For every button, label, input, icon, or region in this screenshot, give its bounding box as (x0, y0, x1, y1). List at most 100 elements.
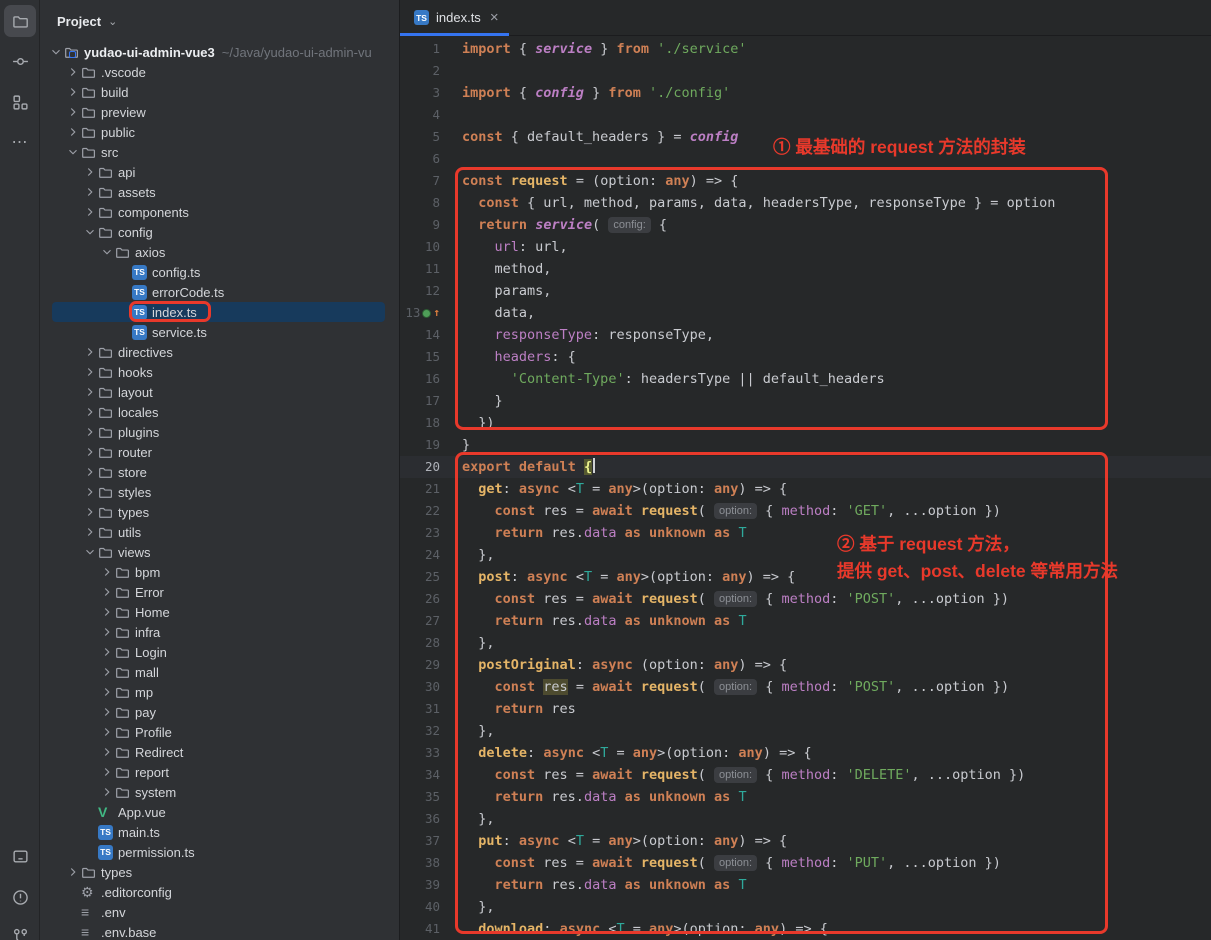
terminal-icon[interactable] (4, 840, 36, 872)
line-number[interactable]: 12 (400, 280, 444, 302)
chevron-collapsed-icon[interactable] (99, 564, 115, 580)
tree-item-config.ts[interactable]: TSconfig.ts (40, 262, 399, 282)
line-number[interactable]: 15 (400, 346, 444, 368)
line-number[interactable]: 5 (400, 126, 444, 148)
tree-item-assets[interactable]: assets (40, 182, 399, 202)
tree-item-router[interactable]: router (40, 442, 399, 462)
tab-index-ts[interactable]: TS index.ts × (400, 0, 509, 35)
tree-item-config[interactable]: config (40, 222, 399, 242)
code-line-33[interactable]: 33 delete: async <T = any>(option: any) … (400, 742, 1211, 764)
chevron-expanded-icon[interactable] (82, 224, 98, 240)
line-number[interactable]: 4 (400, 104, 444, 126)
line-number[interactable]: 14 (400, 324, 444, 346)
code-line-35[interactable]: 35 return res.data as unknown as T (400, 786, 1211, 808)
tree-item-layout[interactable]: layout (40, 382, 399, 402)
chevron-expanded-icon[interactable] (48, 44, 64, 60)
code-line-34[interactable]: 34 const res = await request( option: { … (400, 764, 1211, 786)
tree-item-.vscode[interactable]: .vscode (40, 62, 399, 82)
line-number[interactable]: 1 (400, 38, 444, 60)
code-line-19[interactable]: 19} (400, 434, 1211, 456)
tree-item-.env[interactable]: ≡.env (40, 902, 399, 922)
tree-item-infra[interactable]: infra (40, 622, 399, 642)
project-panel-header[interactable]: Project ⌄ (40, 0, 399, 42)
code-line-31[interactable]: 31 return res (400, 698, 1211, 720)
code-line-24[interactable]: 24 }, (400, 544, 1211, 566)
line-number[interactable]: 6 (400, 148, 444, 170)
tree-item-public[interactable]: public (40, 122, 399, 142)
line-number[interactable]: 8 (400, 192, 444, 214)
line-number[interactable]: 30 (400, 676, 444, 698)
code-line-4[interactable]: 4 (400, 104, 1211, 126)
branch-icon[interactable] (4, 920, 36, 940)
line-number[interactable]: 26 (400, 588, 444, 610)
tree-item-views[interactable]: views (40, 542, 399, 562)
line-number[interactable]: 2 (400, 60, 444, 82)
tree-item-report[interactable]: report (40, 762, 399, 782)
code-line-37[interactable]: 37 put: async <T = any>(option: any) => … (400, 830, 1211, 852)
code-line-16[interactable]: 16 'Content-Type': headersType || defaul… (400, 368, 1211, 390)
chevron-collapsed-icon[interactable] (99, 664, 115, 680)
chevron-collapsed-icon[interactable] (82, 484, 98, 500)
chevron-collapsed-icon[interactable] (99, 624, 115, 640)
tree-item-components[interactable]: components (40, 202, 399, 222)
tree-item-locales[interactable]: locales (40, 402, 399, 422)
code-line-17[interactable]: 17 } (400, 390, 1211, 412)
tree-item-preview[interactable]: preview (40, 102, 399, 122)
chevron-collapsed-icon[interactable] (99, 604, 115, 620)
code-line-26[interactable]: 26 const res = await request( option: { … (400, 588, 1211, 610)
tree-item-yudao-ui-admin-vue3[interactable]: yudao-ui-admin-vue3~/Java/yudao-ui-admin… (40, 42, 399, 62)
tree-item-system[interactable]: system (40, 782, 399, 802)
tree-item-hooks[interactable]: hooks (40, 362, 399, 382)
code-line-28[interactable]: 28 }, (400, 632, 1211, 654)
chevron-collapsed-icon[interactable] (82, 384, 98, 400)
tree-item-app.vue[interactable]: VApp.vue (40, 802, 399, 822)
code-line-11[interactable]: 11 method, (400, 258, 1211, 280)
chevron-collapsed-icon[interactable] (82, 164, 98, 180)
code-editor[interactable]: 1import { service } from './service'23im… (400, 36, 1211, 940)
line-number[interactable]: 10 (400, 236, 444, 258)
chevron-expanded-icon[interactable] (65, 144, 81, 160)
line-number[interactable]: 38 (400, 852, 444, 874)
code-line-1[interactable]: 1import { service } from './service' (400, 38, 1211, 60)
line-number[interactable]: 35 (400, 786, 444, 808)
chevron-collapsed-icon[interactable] (82, 184, 98, 200)
line-number[interactable]: 17 (400, 390, 444, 412)
tree-item-types[interactable]: types (40, 862, 399, 882)
line-number[interactable]: 34 (400, 764, 444, 786)
tree-item-directives[interactable]: directives (40, 342, 399, 362)
code-line-22[interactable]: 22 const res = await request( option: { … (400, 500, 1211, 522)
chevron-collapsed-icon[interactable] (65, 104, 81, 120)
tree-item-mp[interactable]: mp (40, 682, 399, 702)
code-line-3[interactable]: 3import { config } from './config' (400, 82, 1211, 104)
chevron-collapsed-icon[interactable] (65, 124, 81, 140)
tree-item-bpm[interactable]: bpm (40, 562, 399, 582)
code-line-8[interactable]: 8 const { url, method, params, data, hea… (400, 192, 1211, 214)
line-number[interactable]: 37 (400, 830, 444, 852)
chevron-collapsed-icon[interactable] (99, 644, 115, 660)
tree-item-styles[interactable]: styles (40, 482, 399, 502)
tree-item-errorcode.ts[interactable]: TSerrorCode.ts (40, 282, 399, 302)
chevron-expanded-icon[interactable] (99, 244, 115, 260)
line-number[interactable]: 21 (400, 478, 444, 500)
chevron-collapsed-icon[interactable] (82, 404, 98, 420)
code-line-20[interactable]: 20export default { (400, 456, 1211, 478)
chevron-collapsed-icon[interactable] (99, 704, 115, 720)
tree-item-utils[interactable]: utils (40, 522, 399, 542)
tree-item-plugins[interactable]: plugins (40, 422, 399, 442)
tree-item-src[interactable]: src (40, 142, 399, 162)
line-number[interactable]: 19 (400, 434, 444, 456)
code-line-32[interactable]: 32 }, (400, 720, 1211, 742)
more-icon[interactable]: ⋯ (4, 126, 36, 158)
line-number[interactable]: 3 (400, 82, 444, 104)
code-line-27[interactable]: 27 return res.data as unknown as T (400, 610, 1211, 632)
tree-item-.env.base[interactable]: ≡.env.base (40, 922, 399, 940)
line-number[interactable]: 28 (400, 632, 444, 654)
chevron-collapsed-icon[interactable] (99, 684, 115, 700)
tree-item-store[interactable]: store (40, 462, 399, 482)
problems-icon[interactable] (4, 881, 36, 913)
chevron-collapsed-icon[interactable] (99, 784, 115, 800)
tree-item-index.ts[interactable]: TSindex.ts (40, 302, 399, 322)
project-folder-icon[interactable] (4, 5, 36, 37)
chevron-collapsed-icon[interactable] (82, 444, 98, 460)
code-line-41[interactable]: 41 download: async <T = any>(option: any… (400, 918, 1211, 940)
